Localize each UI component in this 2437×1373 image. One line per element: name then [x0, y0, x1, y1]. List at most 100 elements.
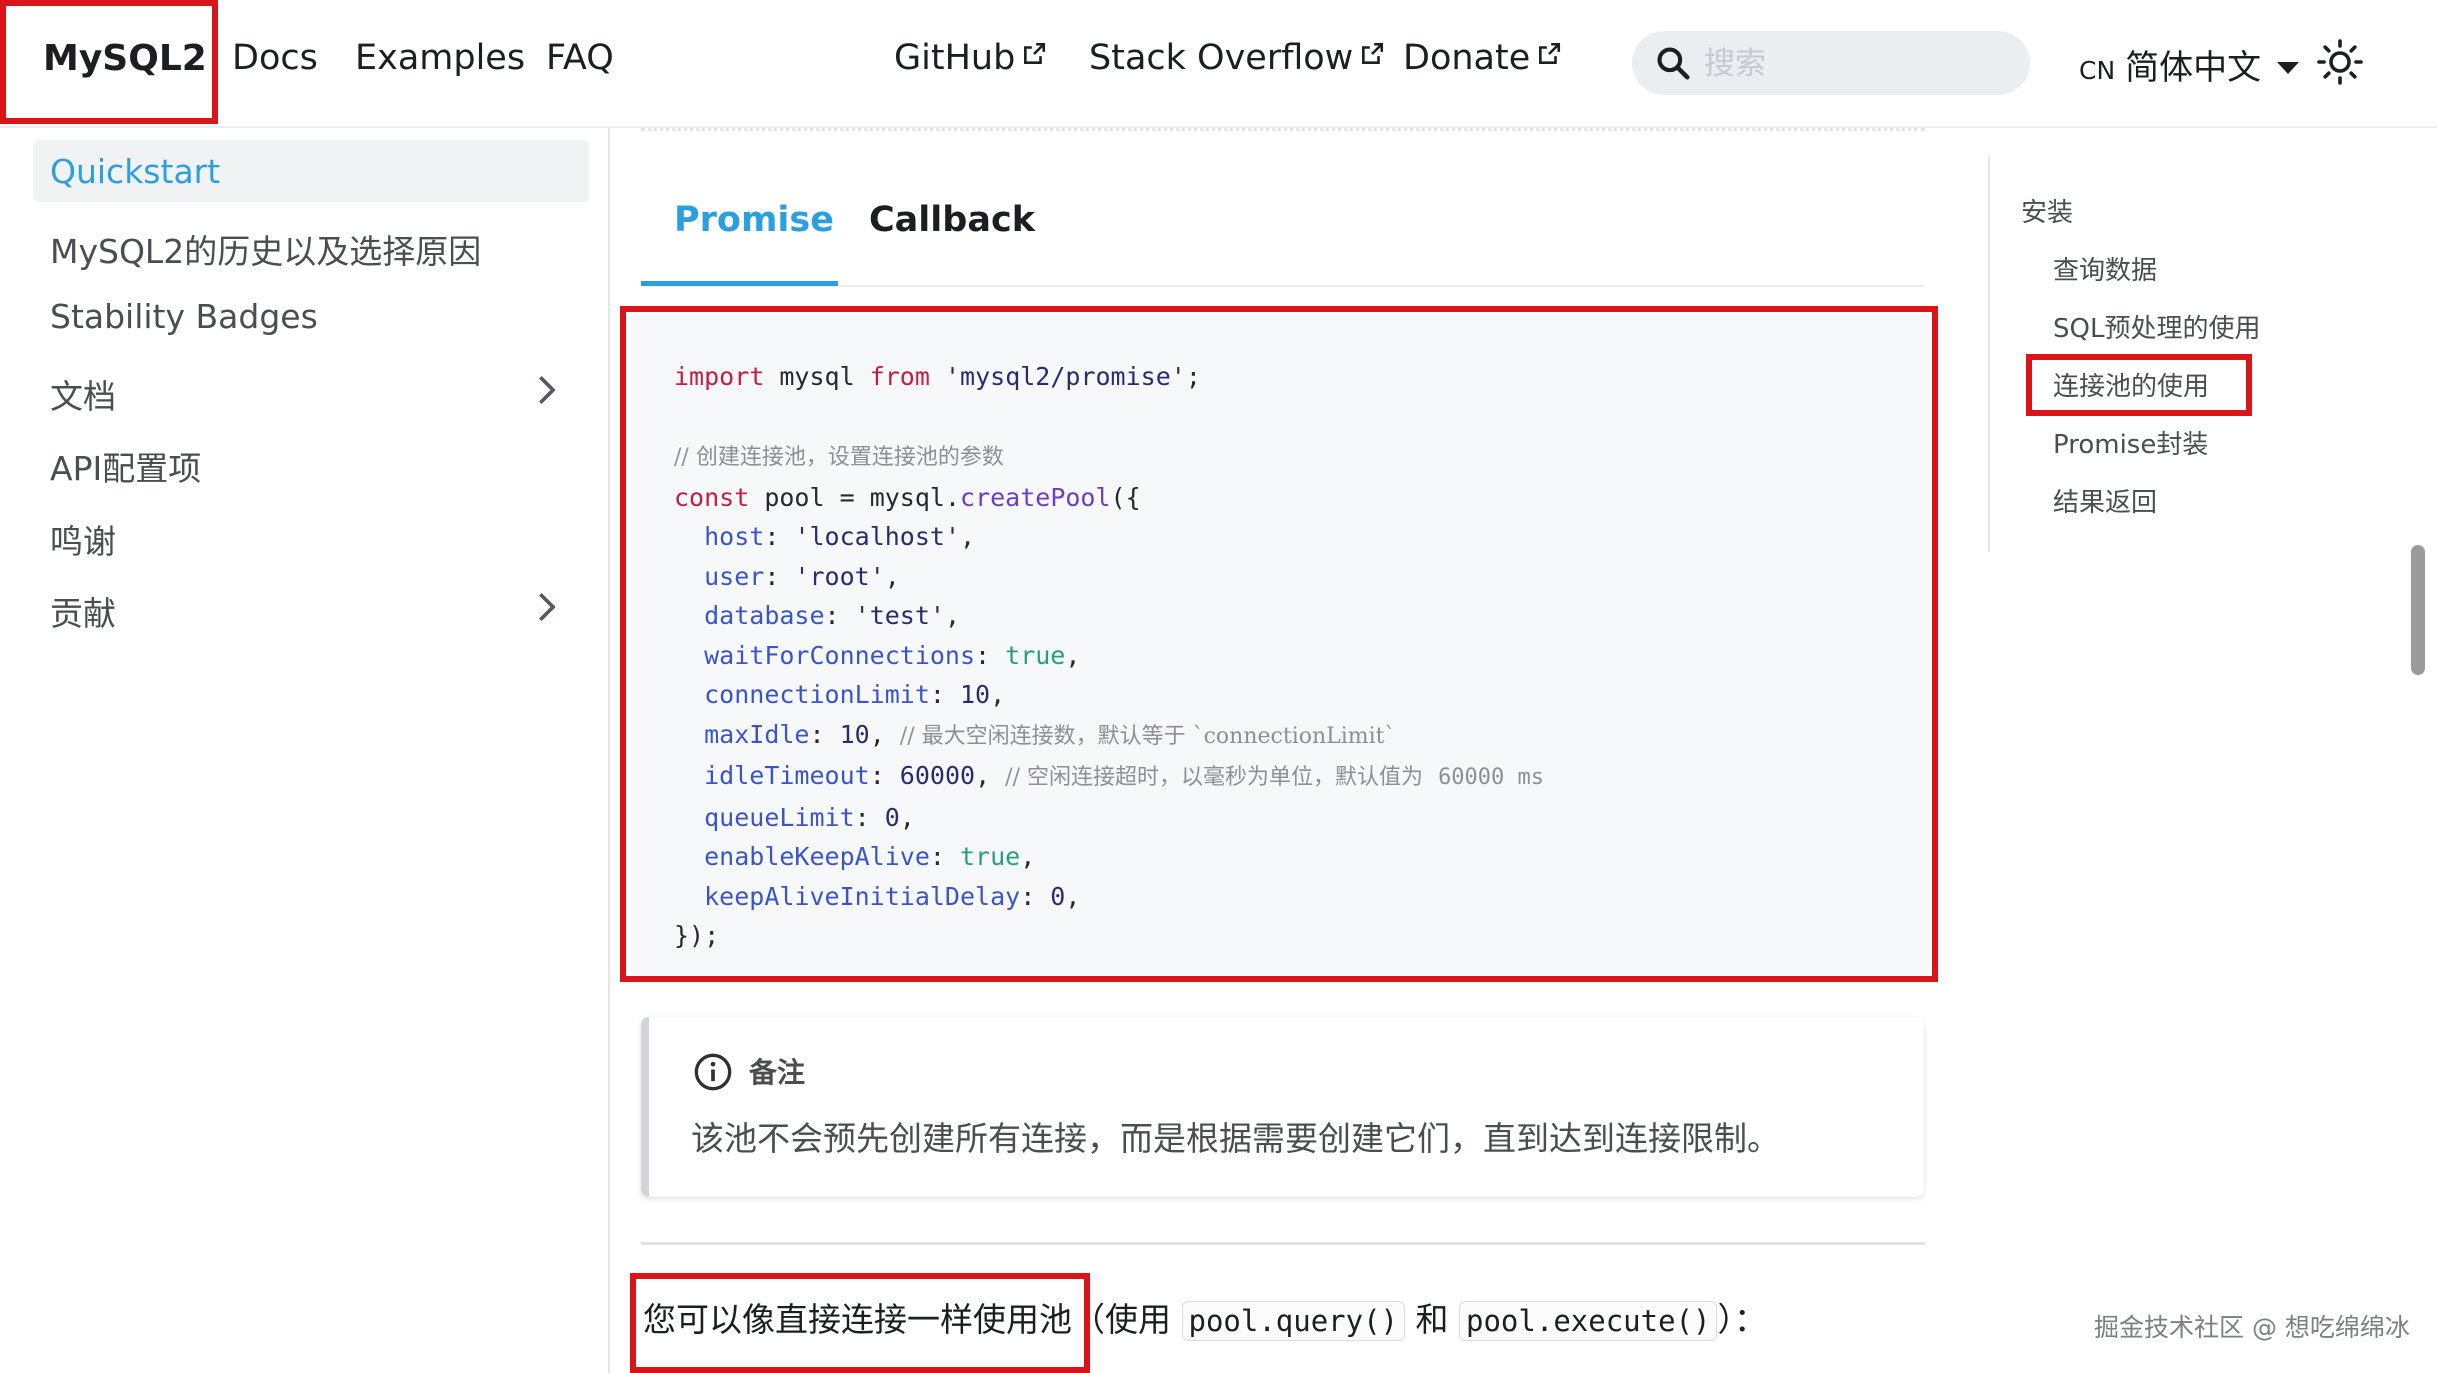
sidebar-item-history[interactable]: MySQL2的历史以及选择原因 [33, 213, 589, 275]
sidebar-item-label: 贡献 [50, 594, 116, 633]
brand-link[interactable]: MySQL2 [43, 38, 207, 79]
scrollbar-thumb[interactable] [2411, 545, 2425, 675]
toc-border [1988, 156, 1990, 552]
code-property: enableKeepAlive [704, 842, 930, 871]
sidebar-item-label: Quickstart [50, 152, 221, 191]
nav-link-github[interactable]: GitHub [894, 38, 1047, 78]
sidebar-item-contributing[interactable]: 贡献 [33, 575, 589, 637]
nav-link-github-label: GitHub [894, 38, 1016, 78]
code-token: mysql. [869, 482, 961, 512]
search-input[interactable] [1702, 39, 2006, 89]
nav-link-donate-label: Donate [1403, 38, 1531, 78]
paragraph-lead: 您可以像直接连接一样使用池 [643, 1300, 1072, 1339]
sidebar: Quickstart MySQL2的历史以及选择原因 Stability Bad… [0, 128, 610, 1373]
note-text: 该池不会预先创建所有连接，而是根据需要创建它们，直到达到连接限制。 [691, 1119, 1780, 1158]
sidebar-item-label: 文档 [50, 377, 116, 416]
search-box[interactable] [1632, 31, 2030, 95]
sidebar-item-label: Stability Badges [50, 297, 318, 336]
code-string: 'root' [794, 561, 885, 591]
code-comment: // 创建连接池，设置连接池的参数 [674, 445, 1004, 470]
sidebar-item-label: 鸣谢 [50, 522, 116, 561]
code-boolean: true [960, 842, 1021, 871]
code-number: 10 [960, 680, 991, 709]
code-property: database [704, 601, 825, 630]
locale-label: 简体中文 [2125, 48, 2262, 88]
code-keyword: import [674, 362, 765, 391]
sidebar-item-docs[interactable]: 文档 [33, 358, 589, 420]
nav-link-docs[interactable]: Docs [232, 38, 318, 78]
code-token: pool [764, 482, 825, 512]
sidebar-item-label: API配置项 [50, 449, 202, 488]
code-property: keepAliveInitialDelay [704, 881, 1021, 911]
chevron-right-icon[interactable] [529, 590, 563, 624]
nav-link-faq[interactable]: FAQ [546, 38, 614, 78]
note-admonition: 备注 该池不会预先创建所有连接，而是根据需要创建它们，直到达到连接限制。 [641, 1017, 1924, 1197]
code-number: 10 [839, 719, 870, 749]
toc-item-prepared-statements[interactable]: SQL预处理的使用 [2053, 308, 2260, 345]
code-comment: 60000 ms [1438, 765, 1545, 790]
nav-link-stackoverflow-label: Stack Overflow [1089, 38, 1354, 78]
external-link-icon [1362, 42, 1384, 64]
code-string: 'test' [854, 601, 945, 630]
code-function: createPool [960, 482, 1111, 512]
code-token: }); [674, 921, 720, 950]
toc-item-install[interactable]: 安装 [2021, 192, 2073, 229]
inline-code: pool.query() [1181, 1301, 1406, 1341]
code-boolean: true [1005, 640, 1066, 670]
sidebar-item-acknowledgements[interactable]: 鸣谢 [33, 503, 589, 565]
code-string: 'mysql2/promise' [944, 362, 1186, 391]
tab-promise[interactable]: Promise [674, 200, 834, 240]
divider [641, 1242, 1925, 1245]
nav-link-examples[interactable]: Examples [355, 38, 525, 78]
locale-code: CN [2079, 56, 2116, 85]
code-comment: // 最大空闲连接数，默认等于 `connectionLimit` [899, 723, 1396, 749]
code-block[interactable]: import mysql from 'mysql2/promise'; // 创… [630, 315, 1930, 975]
note-heading: 备注 [693, 1051, 805, 1092]
nav-link-donate[interactable]: Donate [1403, 38, 1562, 78]
search-icon [1657, 47, 1690, 80]
note-title: 备注 [749, 1056, 806, 1089]
code-number: 60000 [899, 761, 976, 790]
code-keyword: const [674, 482, 750, 512]
toc-item-promise-wrapper[interactable]: Promise封装 [2053, 424, 2208, 461]
nav-link-stackoverflow[interactable]: Stack Overflow [1089, 38, 1385, 78]
sidebar-item-stability-badges[interactable]: Stability Badges [33, 285, 589, 347]
code-token: mysql [779, 362, 855, 391]
info-icon [694, 1053, 732, 1091]
paragraph-text: （使用 [1072, 1300, 1171, 1339]
code-property: idleTimeout [704, 761, 870, 790]
code-number: 0 [884, 802, 900, 832]
external-link-icon [1024, 42, 1046, 64]
scrolled-content-edge [641, 128, 1925, 135]
toc-item-results[interactable]: 结果返回 [2053, 482, 2157, 519]
paragraph-text: ）： [1717, 1300, 1767, 1339]
active-tab-indicator [641, 281, 838, 286]
code-property: waitForConnections [704, 640, 976, 670]
sun-icon[interactable] [2316, 38, 2364, 86]
chevron-right-icon[interactable] [529, 373, 563, 407]
code-comment: // 空闲连接超时，以毫秒为单位，默认值为 [1005, 765, 1423, 790]
code-string: 'localhost' [794, 522, 961, 551]
code-property: connectionLimit [704, 680, 930, 709]
watermark: 掘金技术社区 @ 想吃绵绵冰 [2094, 1313, 2410, 1342]
inline-code: pool.execute() [1459, 1301, 1718, 1341]
code-property: maxIdle [704, 719, 810, 749]
tab-callback[interactable]: Callback [869, 200, 1035, 240]
toc-item-query-data[interactable]: 查询数据 [2053, 250, 2157, 287]
code-content: import mysql from 'mysql2/promise'; // 创… [674, 362, 1545, 950]
toc-item-connection-pools[interactable]: 连接池的使用 [2053, 366, 2209, 403]
paragraph-text: 和 [1415, 1300, 1449, 1339]
sidebar-item-api-config[interactable]: API配置项 [33, 430, 589, 492]
code-keyword: from [869, 362, 930, 391]
paragraph: 您可以像直接连接一样使用池（使用 pool.query() 和 pool.exe… [643, 1293, 1767, 1341]
code-property: queueLimit [704, 802, 855, 832]
code-property: host [704, 522, 765, 551]
external-link-icon [1539, 42, 1561, 64]
code-number: 0 [1050, 881, 1066, 911]
navbar: MySQL2 Docs Examples FAQ GitHub Stack Ov… [0, 0, 2437, 128]
locale-dropdown[interactable]: CN 简体中文 [2079, 40, 2300, 90]
code-property: user [704, 561, 765, 591]
sidebar-item-label: MySQL2的历史以及选择原因 [50, 232, 482, 271]
sidebar-item-quickstart[interactable]: Quickstart [33, 140, 589, 202]
caret-down-icon [2277, 62, 2300, 74]
